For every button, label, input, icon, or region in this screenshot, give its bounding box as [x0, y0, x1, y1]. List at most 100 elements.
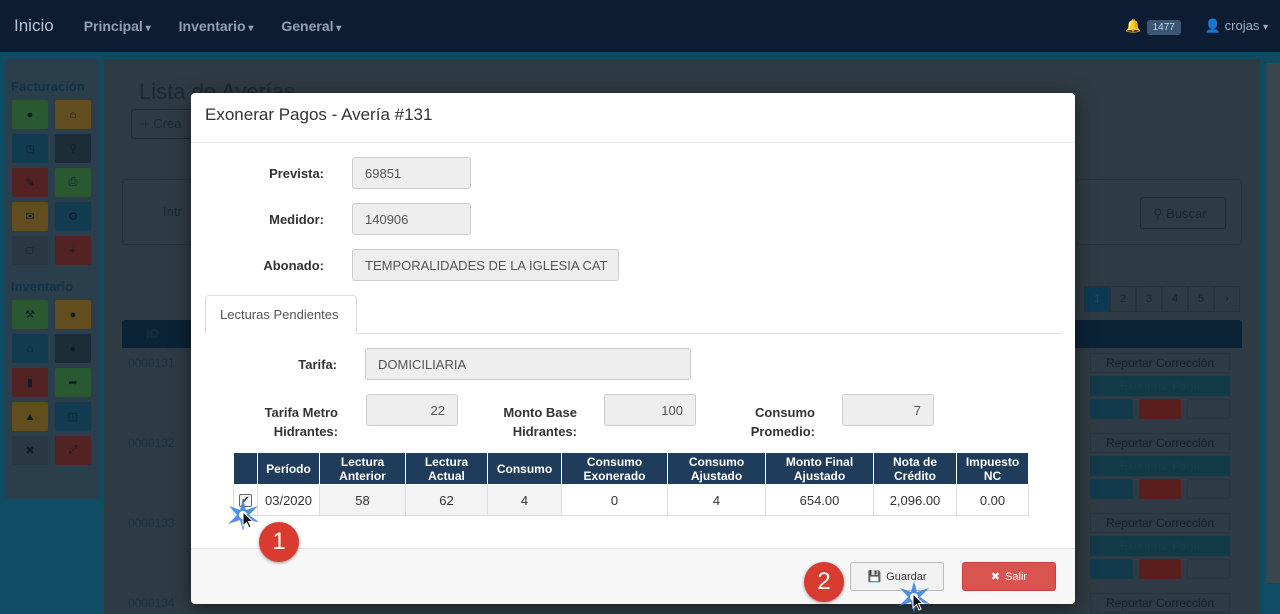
clock-icon[interactable]: ◷ [12, 134, 48, 163]
home-icon[interactable]: ⌂ [55, 100, 91, 129]
print-icon[interactable] [1187, 479, 1230, 499]
compress-icon[interactable]: ✖ [12, 436, 48, 465]
header-text: Ajustado [690, 468, 743, 483]
tag-icon[interactable]: ♦ [55, 334, 91, 363]
user-icon[interactable]: ● [55, 300, 91, 329]
file-icon[interactable]: □ [12, 236, 48, 265]
report-correction-button[interactable]: Reportar Corrección [1090, 593, 1230, 613]
exonerate-payment-button[interactable]: Exonerar Pago [1090, 376, 1230, 396]
close-icon: ✖ [990, 571, 1001, 583]
prevista-label: Prevista: [269, 166, 324, 181]
cell-periodo: 03/2020 [257, 484, 320, 516]
home-icon[interactable]: ⌂ [12, 334, 48, 363]
row-id: 0000133 [128, 516, 175, 530]
edit-icon[interactable] [1090, 479, 1133, 499]
medidor-field[interactable]: 140906 [352, 203, 471, 235]
row-actions: Reportar Corrección Exonerar Pago [1090, 433, 1230, 499]
wrench-icon[interactable]: ⚒ [12, 300, 48, 329]
page-scrollbar[interactable] [1266, 63, 1280, 583]
chevron-down-icon: ▾ [1262, 22, 1268, 33]
trash-icon[interactable] [1138, 559, 1182, 579]
tab-lecturas-pendientes[interactable]: Lecturas Pendientes [205, 295, 357, 334]
report-correction-button[interactable]: Reportar Corrección [1090, 353, 1230, 373]
tarifa-metro-field[interactable]: 22 [366, 394, 458, 426]
edit-icon[interactable] [1090, 399, 1133, 419]
tarifa-label: Tarifa: [298, 357, 337, 372]
monto-base-field[interactable]: 100 [604, 394, 696, 426]
plus-icon: + [142, 116, 154, 131]
sidebar-grid-facturacion: ● ⌂ ◷ ⚲ ✎ ⎙ ✉ ⚙ □ + [12, 100, 99, 265]
trash-icon[interactable] [1138, 399, 1182, 419]
nav-menu-general[interactable]: General [281, 18, 341, 34]
page-next[interactable]: › [1214, 286, 1240, 312]
cell-lectura-anterior: 58 [319, 484, 406, 516]
print-icon[interactable] [1187, 559, 1230, 579]
print-icon[interactable] [1187, 399, 1230, 419]
share-icon[interactable]: ➦ [55, 368, 91, 397]
exit-button-label: Salir [1005, 570, 1028, 583]
notification-badge: 1477 [1146, 20, 1181, 35]
cell-monto-final: 654.00 [765, 484, 874, 516]
exonerate-payment-button[interactable]: Exonerar Pago [1090, 536, 1230, 556]
map-marker-icon[interactable]: ⚲ [55, 134, 91, 163]
envelope-icon[interactable]: ✉ [12, 202, 48, 231]
header-text: Actual [428, 468, 465, 483]
row-actions: Reportar Corrección [1090, 593, 1230, 614]
header-text: Impuesto [965, 454, 1020, 469]
user-name: crojas [1224, 18, 1260, 33]
nav-brand[interactable]: Inicio [14, 16, 54, 36]
abonado-field[interactable]: TEMPORALIDADES DE LA IGLESIA CAT [352, 249, 619, 281]
monto-base-label: Monto Base Hidrantes: [481, 403, 577, 441]
header-text: Lectura [340, 454, 385, 469]
column-id[interactable]: ID [146, 326, 159, 341]
page-1[interactable]: 1 [1084, 286, 1110, 312]
column-monto-final: Monto Final Ajustado [765, 452, 874, 485]
road-icon[interactable]: ▲ [12, 402, 48, 431]
nav-menu-inventario[interactable]: Inventario [179, 18, 254, 34]
search-input[interactable]: Intr [163, 204, 182, 219]
tarifa-metro-label-line1: Tarifa Metro [264, 405, 338, 420]
step-marker-2: 2 [804, 562, 844, 602]
tarifa-metro-label-line2: Hidrantes: [273, 424, 338, 439]
nav-right: 🔔 1477 👤 crojas ▾ [1125, 0, 1268, 52]
page-4[interactable]: 4 [1162, 286, 1188, 312]
plus-icon[interactable]: + [55, 236, 91, 265]
bookmark-icon[interactable]: ▮ [12, 368, 48, 397]
cell-consumo-exonerado[interactable]: 0 [561, 484, 668, 516]
search-button[interactable]: ⚲ Buscar [1140, 197, 1226, 229]
page-3[interactable]: 3 [1136, 286, 1162, 312]
cart-icon[interactable]: ◫ [55, 402, 91, 431]
nav-menu-principal[interactable]: Principal [84, 18, 151, 34]
header-text: NC [983, 468, 1002, 483]
page-2[interactable]: 2 [1110, 286, 1136, 312]
print-icon[interactable]: ⎙ [55, 168, 91, 197]
header-text: Exonerado [583, 468, 646, 483]
page-5[interactable]: 5 [1188, 286, 1214, 312]
user-icon[interactable]: ● [12, 100, 48, 129]
trash-icon[interactable] [1138, 479, 1182, 499]
medidor-label: Medidor: [269, 212, 324, 227]
user-menu[interactable]: 👤 crojas ▾ [1205, 18, 1268, 34]
edit-icon[interactable] [1090, 559, 1133, 579]
exonerate-payment-button[interactable]: Exonerar Pago [1090, 456, 1230, 476]
cell-nota-credito: 2,096.00 [873, 484, 957, 516]
report-correction-button[interactable]: Reportar Corrección [1090, 433, 1230, 453]
expand-icon[interactable]: ⤢ [55, 436, 91, 465]
notifications-button[interactable]: 🔔 1477 [1125, 18, 1181, 35]
gear-icon[interactable]: ⚙ [55, 202, 91, 231]
consumo-promedio-label-line2: Promedio: [750, 424, 815, 439]
consumo-promedio-field[interactable]: 7 [842, 394, 934, 426]
abonado-label: Abonado: [263, 258, 324, 273]
header-text: Crédito [894, 468, 936, 483]
tarifa-field[interactable]: DOMICILIARIA [365, 348, 691, 380]
row-actions: Reportar Corrección Exonerar Pago [1090, 353, 1230, 419]
report-correction-button[interactable]: Reportar Corrección [1090, 513, 1230, 533]
prevista-field[interactable]: 69851 [352, 157, 471, 189]
sidebar-section-facturacion: Facturación [11, 79, 85, 94]
exit-button[interactable]: ✖ Salir [962, 562, 1056, 591]
pencil-icon[interactable]: ✎ [12, 168, 48, 197]
column-consumo: Consumo [487, 452, 562, 485]
row-id: 0000134 [128, 596, 175, 610]
tarifa-metro-label: Tarifa Metro Hidrantes: [246, 403, 338, 441]
step-marker-1: 1 [259, 522, 299, 562]
